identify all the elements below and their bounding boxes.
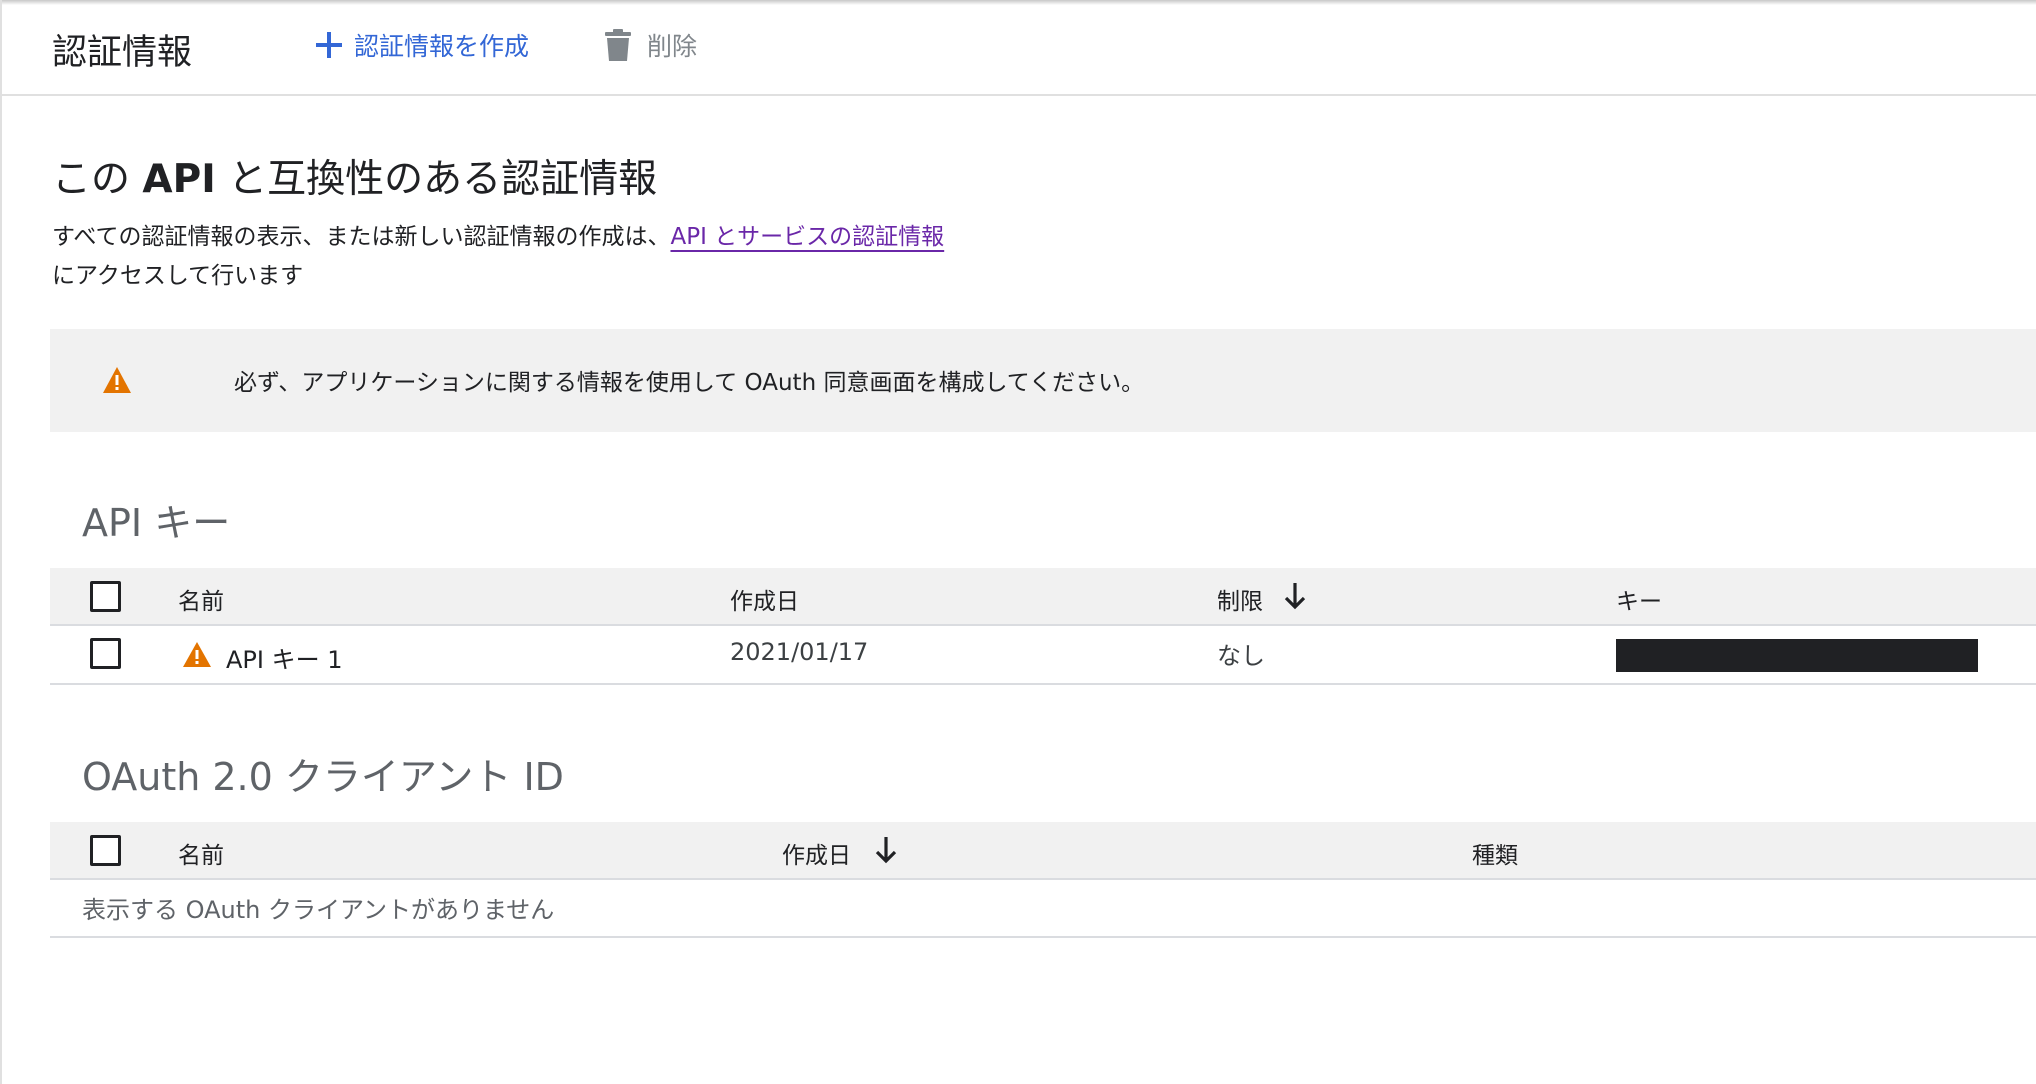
column-name[interactable]: 名前 xyxy=(178,582,224,616)
api-keys-table-header: 名前 作成日 制限 キー xyxy=(50,568,2036,625)
oauth-consent-alert: 必ず、アプリケーションに関する情報を使用して OAuth 同意画面を構成してくだ… xyxy=(50,329,2036,432)
column-type[interactable]: 種類 xyxy=(1472,836,1518,870)
empty-oauth-message: 表示する OAuth クライアントがありません xyxy=(82,896,555,924)
heading-suffix: と互換性のある認証情報 xyxy=(228,157,658,202)
api-key-redacted-value xyxy=(1616,639,1978,672)
plus-icon xyxy=(314,30,344,60)
trash-icon xyxy=(605,29,631,61)
toolbar-divider xyxy=(0,94,2036,96)
create-credentials-button[interactable]: 認証情報を作成 xyxy=(314,22,529,68)
page-title: 認証情報 xyxy=(52,33,193,73)
api-key-restriction: なし xyxy=(1217,642,1265,670)
column-name[interactable]: 名前 xyxy=(178,836,224,870)
top-shadow xyxy=(0,0,2036,5)
column-created[interactable]: 作成日 xyxy=(730,582,799,616)
warning-icon xyxy=(103,367,131,393)
column-created[interactable]: 作成日 xyxy=(782,836,851,870)
column-restriction[interactable]: 制限 xyxy=(1217,582,1263,616)
section-heading: この API と互換性のある認証情報 xyxy=(52,148,657,204)
delete-button[interactable]: 削除 xyxy=(605,22,697,68)
header-divider xyxy=(50,878,2036,880)
api-key-created: 2021/01/17 xyxy=(730,638,869,666)
row-divider xyxy=(50,683,2036,685)
description-text: すべての認証情報の表示、または新しい認証情報の作成は、 xyxy=(52,224,671,250)
delete-label: 削除 xyxy=(647,32,698,61)
oauth-clients-title: OAuth 2.0 クライアント ID xyxy=(82,755,564,799)
sort-down-arrow-icon[interactable] xyxy=(1283,581,1307,611)
description: すべての認証情報の表示、または新しい認証情報の作成は、API とサービスの認証情… xyxy=(52,218,1152,296)
heading-api: API xyxy=(142,157,216,202)
heading-prefix: この xyxy=(52,157,131,202)
api-services-credentials-link[interactable]: API とサービスの認証情報 xyxy=(670,224,944,250)
alert-text: 必ず、アプリケーションに関する情報を使用して OAuth 同意画面を構成してくだ… xyxy=(234,370,1145,396)
api-key-name-link[interactable]: API キー 1 xyxy=(226,640,343,675)
sort-down-arrow-icon[interactable] xyxy=(874,835,898,865)
row-checkbox[interactable] xyxy=(90,638,121,669)
create-credentials-label: 認証情報を作成 xyxy=(354,32,530,61)
warning-icon xyxy=(183,642,211,667)
api-keys-title: API キー xyxy=(82,501,231,545)
left-border xyxy=(0,0,2,1084)
select-all-api-keys-checkbox[interactable] xyxy=(90,581,121,612)
select-all-oauth-checkbox[interactable] xyxy=(90,835,121,866)
column-key[interactable]: キー xyxy=(1616,582,1662,616)
row-divider xyxy=(50,936,2036,938)
description-text-2: にアクセスして行います xyxy=(52,263,304,289)
oauth-table-header: 名前 作成日 種類 xyxy=(50,822,2036,879)
